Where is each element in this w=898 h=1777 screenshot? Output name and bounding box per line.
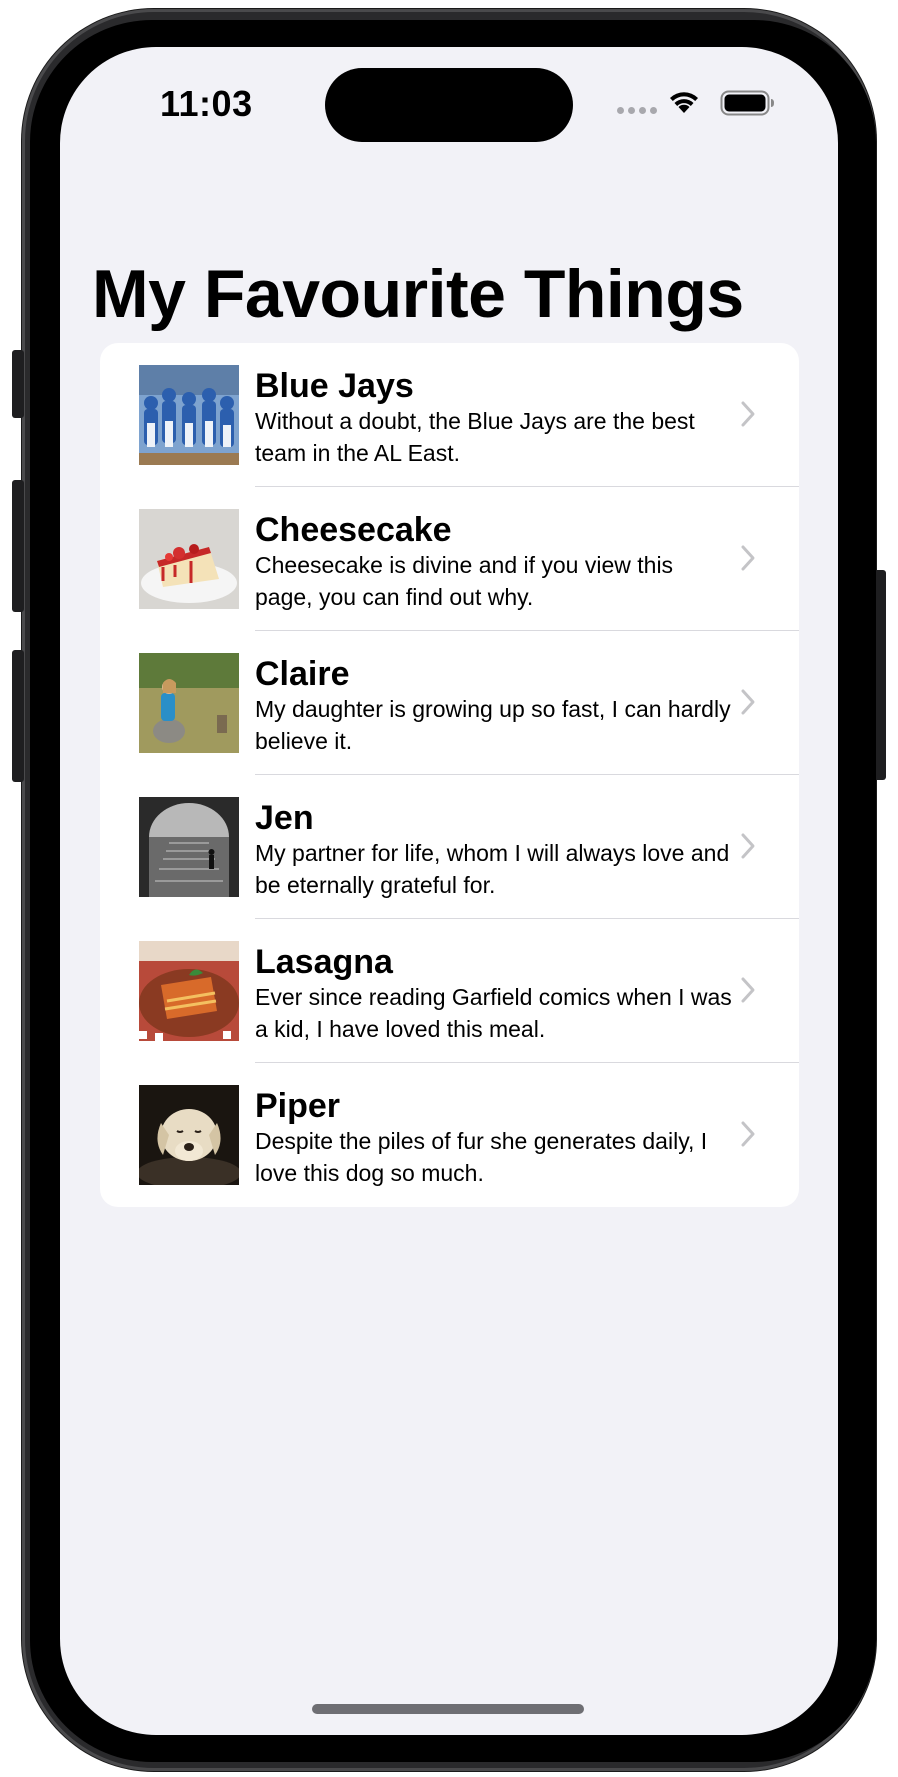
item-description: Despite the piles of fur she generates d…: [255, 1128, 708, 1186]
favourites-list: Blue Jays Without a doubt, the Blue Jays…: [100, 343, 799, 1207]
chevron-right-icon: [741, 977, 755, 1003]
chevron-right-icon: [741, 833, 755, 859]
action-button: [12, 350, 24, 418]
list-item-claire[interactable]: Claire My daughter is growing up so fast…: [100, 631, 799, 775]
item-title: Lasagna: [255, 943, 393, 981]
item-description: My daughter is growing up so fast, I can…: [255, 696, 731, 754]
list-item-lasagna[interactable]: Lasagna Ever since reading Garfield comi…: [100, 919, 799, 1063]
item-title: Piper: [255, 1087, 341, 1125]
home-indicator[interactable]: [312, 1704, 584, 1714]
item-title: Blue Jays: [255, 367, 414, 405]
cheesecake-thumbnail: [139, 509, 239, 609]
item-description: Cheesecake is divine and if you view thi…: [255, 552, 674, 610]
blue-jays-thumbnail: [139, 365, 239, 465]
status-time: 11:03: [160, 83, 253, 124]
list-item-piper[interactable]: Piper Despite the piles of fur she gener…: [100, 1063, 799, 1207]
list-item-jen[interactable]: Jen My partner for life, whom I will alw…: [100, 775, 799, 919]
jen-thumbnail: [139, 797, 239, 897]
lasagna-thumbnail: [139, 941, 239, 1041]
volume-up-button: [12, 480, 24, 612]
chevron-right-icon: [741, 401, 755, 427]
chevron-right-icon: [741, 1121, 755, 1147]
volume-down-button: [12, 650, 24, 782]
battery-icon: [720, 90, 774, 116]
list-item-cheesecake[interactable]: Cheesecake Cheesecake is divine and if y…: [100, 487, 799, 631]
chevron-right-icon: [741, 689, 755, 715]
item-title: Claire: [255, 655, 350, 693]
item-description: Ever since reading Garfield comics when …: [255, 984, 732, 1042]
list-item-blue-jays[interactable]: Blue Jays Without a doubt, the Blue Jays…: [100, 343, 799, 487]
item-description: My partner for life, whom I will always …: [255, 840, 730, 898]
cellular-signal-icon: [617, 107, 657, 114]
dynamic-island: [325, 68, 573, 142]
wifi-icon: [670, 92, 698, 113]
item-description: Without a doubt, the Blue Jays are the b…: [255, 408, 695, 466]
item-title: Jen: [255, 799, 314, 837]
piper-thumbnail: [139, 1085, 239, 1185]
page-title: My Favourite Things: [92, 256, 744, 332]
item-title: Cheesecake: [255, 511, 452, 549]
screen: 11:03 My Favourite Things Blue Jays With…: [60, 47, 838, 1735]
chevron-right-icon: [741, 545, 755, 571]
claire-thumbnail: [139, 653, 239, 753]
